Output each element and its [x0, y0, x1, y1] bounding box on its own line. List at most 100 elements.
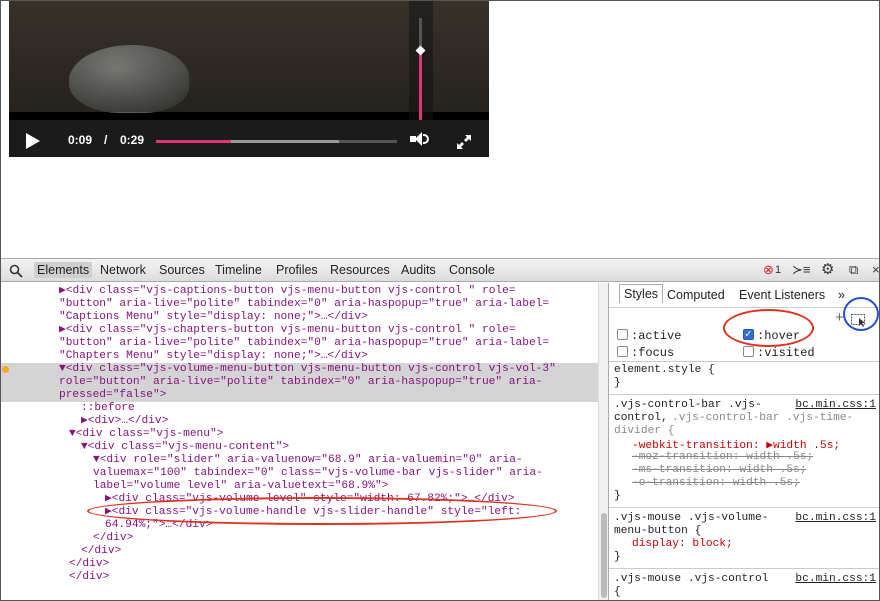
- active-label: :active: [631, 329, 682, 343]
- styles-sidebar: Styles Computed Event Listeners » + :act…: [608, 283, 879, 600]
- divider: [609, 394, 879, 395]
- pseudo-active[interactable]: :active: [617, 329, 681, 343]
- focus-checkbox[interactable]: [617, 346, 628, 357]
- dom-node-line[interactable]: </div>: [1, 545, 601, 558]
- progress-bar[interactable]: [156, 140, 397, 143]
- divider: [609, 568, 879, 569]
- rule2-source-link[interactable]: bc.min.css:1: [795, 512, 876, 524]
- dom-node-line[interactable]: role="button" aria-live="polite" tabinde…: [1, 376, 601, 389]
- gear-icon[interactable]: ⚙: [821, 260, 834, 278]
- dom-node-line[interactable]: label="volume level" aria-valuetext="68.…: [1, 480, 601, 493]
- time-divider: /: [104, 133, 108, 147]
- rule1-selector[interactable]: .vjs-control-bar .vjs-: [614, 399, 762, 411]
- rule1-prop-moz[interactable]: -moz-transition: width .5s;: [632, 451, 813, 463]
- rule3-selector[interactable]: .vjs-mouse .vjs-control: [614, 573, 768, 585]
- styles-tabs: Styles Computed Event Listeners »: [609, 283, 879, 308]
- divider: [609, 507, 879, 508]
- speaker-cone-icon: [415, 132, 422, 146]
- video-player[interactable]: 0:09 / 0:29: [9, 0, 489, 157]
- dom-node-line[interactable]: "Captions Menu" style="display: none;">……: [1, 311, 601, 324]
- tab-network[interactable]: Network: [100, 263, 146, 277]
- dom-node-line[interactable]: </div>: [1, 571, 601, 584]
- tab-resources[interactable]: Resources: [330, 263, 390, 277]
- rule3-source-link[interactable]: bc.min.css:1: [795, 573, 876, 585]
- rule-close: }: [614, 551, 621, 563]
- rule1-selector-dim[interactable]: .vjs-control-bar .vjs-time-: [672, 412, 853, 424]
- speaker-wave-icon: [423, 134, 429, 144]
- tab-sources[interactable]: Sources: [159, 263, 205, 277]
- volume-popup[interactable]: [409, 0, 433, 120]
- dom-node-line[interactable]: ▼<div class="vjs-volume-menu-button vjs-…: [1, 363, 601, 376]
- tab-profiles[interactable]: Profiles: [276, 263, 318, 277]
- rule-close: }: [614, 377, 621, 389]
- element-style-selector[interactable]: element.style {: [614, 364, 715, 376]
- add-rule-icon[interactable]: +: [835, 310, 844, 327]
- focus-label: :focus: [631, 346, 675, 360]
- tab-elements[interactable]: Elements: [34, 262, 93, 278]
- volume-button[interactable]: [407, 120, 433, 157]
- pseudo-focus[interactable]: :focus: [617, 346, 674, 360]
- dom-node-line[interactable]: ::before: [1, 402, 601, 415]
- rule-close: }: [614, 490, 621, 502]
- dom-node-line[interactable]: ▶<div class="vjs-chapters-button vjs-men…: [1, 324, 601, 337]
- more-tabs-icon[interactable]: »: [838, 288, 845, 302]
- dom-node-line[interactable]: valuemax="100" tabindex="0" class="vjs-v…: [1, 467, 601, 480]
- hover-label: :hover: [757, 329, 801, 343]
- dom-node-line[interactable]: </div>: [1, 532, 601, 545]
- dom-node-line[interactable]: </div>: [1, 558, 601, 571]
- tab-console[interactable]: Console: [449, 263, 495, 277]
- dom-node-line[interactable]: "button" aria-live="polite" tabindex="0"…: [1, 337, 601, 350]
- rule1-source-link[interactable]: bc.min.css:1: [795, 399, 876, 411]
- scroll-thumb[interactable]: [601, 513, 607, 598]
- rule1-prop-ms[interactable]: -ms-transition: width .5s;: [632, 464, 807, 476]
- dock-icon[interactable]: ⧉: [849, 262, 858, 278]
- rule3-open: {: [614, 586, 621, 598]
- element-state-icon[interactable]: [851, 314, 867, 327]
- tab-computed[interactable]: Computed: [667, 288, 725, 302]
- volume-level: [419, 50, 422, 120]
- volume-handle[interactable]: [415, 45, 426, 56]
- tab-timeline[interactable]: Timeline: [215, 263, 262, 277]
- volume-slider[interactable]: [415, 18, 426, 120]
- elements-scrollbar[interactable]: [598, 283, 608, 600]
- close-icon[interactable]: ×: [872, 262, 880, 277]
- drawer-icon[interactable]: ≻≡: [792, 262, 810, 278]
- devtools-panel: Elements Network Sources Timeline Profil…: [1, 258, 880, 600]
- rule2-prop-display[interactable]: display: block;: [632, 538, 733, 550]
- divider: [609, 361, 879, 362]
- devtools-toolbar: Elements Network Sources Timeline Profil…: [1, 258, 880, 282]
- fullscreen-icon[interactable]: [456, 134, 472, 150]
- visited-checkbox[interactable]: [743, 346, 754, 357]
- rule1-selector-end[interactable]: divider {: [614, 425, 674, 437]
- rule1-prop-o[interactable]: -o-transition: width .5s;: [632, 477, 800, 489]
- dom-node-line[interactable]: pressed="false">: [1, 389, 601, 402]
- dom-node-line[interactable]: ▼<div class="vjs-menu">: [1, 428, 601, 441]
- rule1-prop-webkit[interactable]: -webkit-transition: ▶width .5s;: [632, 438, 840, 452]
- pseudo-hover[interactable]: :hover: [743, 327, 801, 343]
- dom-node-line[interactable]: ▼<div class="vjs-menu-content">: [1, 441, 601, 454]
- active-checkbox[interactable]: [617, 329, 628, 340]
- dom-node-line[interactable]: ▶<div class="vjs-captions-button vjs-men…: [1, 285, 601, 298]
- current-time: 0:09: [68, 133, 93, 147]
- duration: 0:29: [120, 133, 145, 147]
- dom-node-line[interactable]: 64.94%;">…</div>: [1, 519, 601, 532]
- tab-audits[interactable]: Audits: [401, 263, 436, 277]
- dom-breakpoint-marker[interactable]: [2, 366, 9, 373]
- pseudo-visited[interactable]: :visited: [743, 346, 815, 360]
- rule2-selector[interactable]: .vjs-mouse .vjs-volume-: [614, 512, 768, 524]
- dom-node-line[interactable]: "Chapters Menu" style="display: none;">……: [1, 350, 601, 363]
- error-icon[interactable]: ⊗: [763, 262, 774, 278]
- dom-node-line[interactable]: ▶<div class="vjs-volume-handle vjs-slide…: [1, 506, 601, 519]
- rule1-selector-cont[interactable]: control,: [614, 412, 668, 424]
- dom-node-line[interactable]: ▶<div>…</div>: [1, 415, 601, 428]
- elements-tree[interactable]: ▶<div class="vjs-captions-button vjs-men…: [1, 283, 608, 600]
- search-icon[interactable]: [9, 264, 23, 278]
- dom-node-line[interactable]: "button" aria-live="polite" tabindex="0"…: [1, 298, 601, 311]
- play-icon[interactable]: [26, 133, 40, 149]
- rule2-selector-cont[interactable]: menu-button {: [614, 525, 701, 537]
- tab-styles[interactable]: Styles: [619, 284, 664, 303]
- tab-event-listeners[interactable]: Event Listeners: [739, 288, 825, 302]
- hover-checkbox[interactable]: [743, 327, 754, 341]
- dom-node-line[interactable]: ▼<div role="slider" aria-valuenow="68.9"…: [1, 454, 601, 467]
- dom-node-line[interactable]: ▶<div class="vjs-volume-level" style="wi…: [1, 493, 601, 506]
